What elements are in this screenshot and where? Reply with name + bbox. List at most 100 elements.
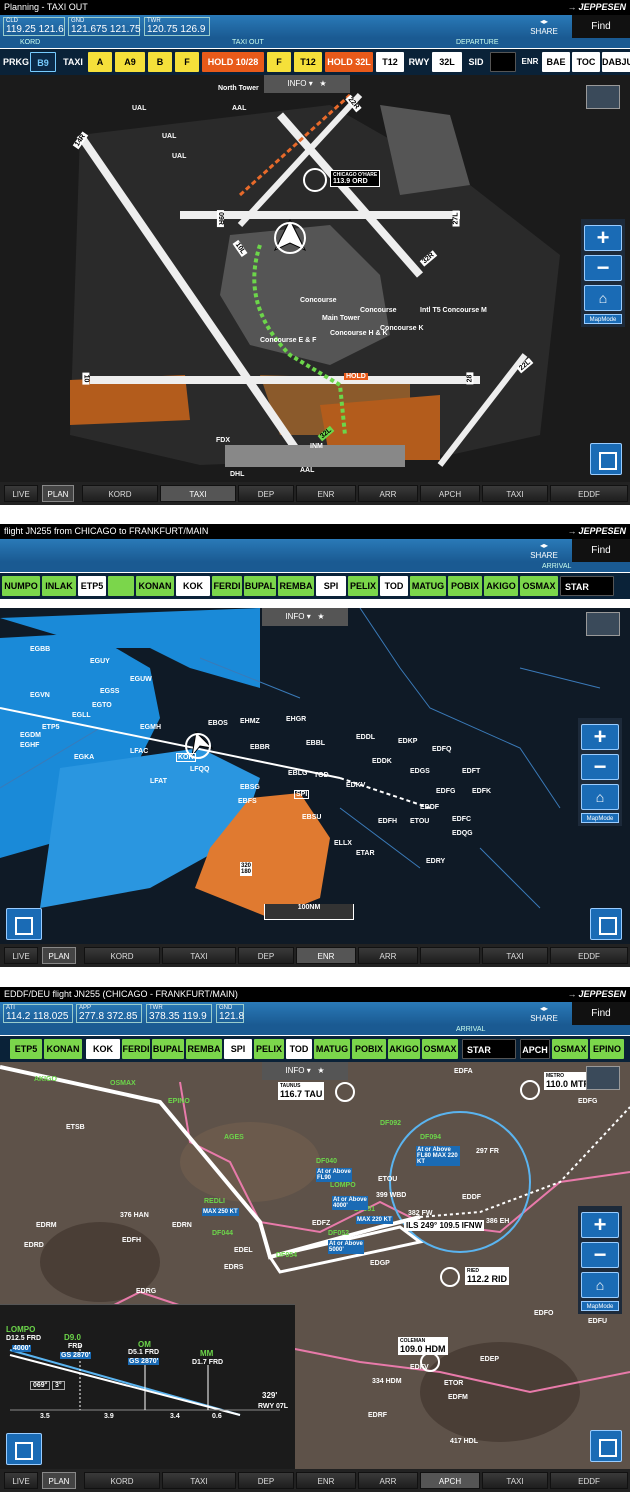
waypoint-chip[interactable]: TOD [380,576,408,596]
waypoint-chip[interactable]: BUPAL [152,1039,184,1059]
waypoint-chip[interactable]: KONAN [44,1039,82,1059]
waypoint-chip[interactable]: KOK [176,576,210,596]
freq-twr[interactable]: TWR 378.35 119.9 [146,1004,212,1023]
freq-atis[interactable]: ATI 114.2 118.025 [3,1004,73,1023]
waypoint-chip[interactable]: REMBA [186,1039,222,1059]
tab-taxi-arr[interactable]: TAXI [482,947,548,964]
waypoint-chip[interactable]: MATUG [314,1039,350,1059]
freq-cld[interactable]: CLD 119.25 121.6 [3,17,65,36]
tab-taxi[interactable]: TAXI [162,947,236,964]
enr-chip[interactable]: BAE [542,52,570,72]
tab-enr[interactable]: ENR [296,485,356,502]
tab-enr[interactable]: ENR [296,1472,356,1489]
waypoint-chip[interactable]: ETP5 [10,1039,42,1059]
mapmode-button[interactable]: MapMode [584,314,622,324]
waypoint-chip[interactable]: BUPAL [244,576,276,596]
plan-button[interactable]: PLAN [42,485,74,502]
waypoint-chip[interactable]: KOK [86,1039,120,1059]
freq-twr[interactable]: TWR 120.75 126.9 [144,17,210,36]
zoom-in-button[interactable]: + [581,724,619,750]
zoom-out-button[interactable]: − [581,1242,619,1268]
tab-apch[interactable]: APCH [420,485,480,502]
tab-kord[interactable]: KORD [84,947,160,964]
fullscreen-button[interactable] [590,443,622,475]
tab-taxi-arr[interactable]: TAXI [482,485,548,502]
tab-kord[interactable]: KORD [84,1472,160,1489]
runway-chip[interactable]: 32L [432,52,462,72]
waypoint-chip[interactable]: EPINO [590,1039,624,1059]
freq-gnd[interactable]: GND 121.675 121.75 [68,17,141,36]
tab-dep[interactable]: DEP [238,485,294,502]
waypoint-chip[interactable]: KONAN [136,576,174,596]
waypoint-chip[interactable]: OSMAX [422,1039,458,1059]
info-tab[interactable]: INFO ▾ ★ [264,75,350,93]
zoom-out-button[interactable]: − [584,255,622,281]
profile-toggle-button[interactable] [6,1433,42,1465]
star-chip[interactable]: STAR [462,1039,516,1059]
zoom-out-button[interactable]: − [581,754,619,780]
tab-taxi-arr[interactable]: TAXI [482,1472,548,1489]
waypoint-chip[interactable]: REMBA [278,576,314,596]
route-chip[interactable]: A9 [115,52,145,72]
tab-arr[interactable]: ARR [358,1472,418,1489]
find-button[interactable]: Find [572,539,630,562]
tab-kord[interactable]: KORD [82,485,158,502]
hold-chip[interactable]: HOLD 32L [325,52,373,72]
center-aircraft-button[interactable]: ⌂ [581,1272,619,1298]
live-button[interactable]: LIVE [4,947,38,964]
tab-eddf[interactable]: EDDF [550,1472,628,1489]
freq-app[interactable]: APP 277.8 372.85 [76,1004,142,1023]
find-button[interactable]: Find [572,15,630,38]
share-button[interactable]: ◂▸ SHARE [520,1002,568,1025]
stand-chip[interactable]: B9 [30,52,56,72]
tab-dep[interactable]: DEP [238,1472,294,1489]
route-chip[interactable]: F [267,52,291,72]
airport-map[interactable]: CHICAGO O'HARE 113.9 ORD 14R 09R 10L 27L … [0,75,630,482]
waypoint-chip[interactable]: SPI [316,576,346,596]
tab-arr[interactable]: ARR [358,485,418,502]
route-chip[interactable]: T12 [376,52,404,72]
apch-chip[interactable]: APCH [520,1039,550,1059]
tab-apch[interactable] [420,947,480,964]
route-chip[interactable]: F [175,52,199,72]
waypoint-chip[interactable]: AKIGO [388,1039,420,1059]
mapmode-button[interactable]: MapMode [581,813,619,823]
fullscreen-button[interactable] [590,908,622,940]
waypoint-chip[interactable]: POBIX [448,576,482,596]
tab-eddf[interactable]: EDDF [550,947,628,964]
tab-taxi[interactable]: TAXI [162,1472,236,1489]
route-chip[interactable]: T12 [294,52,322,72]
waypoint-chip[interactable]: POBIX [352,1039,386,1059]
waypoint-chip[interactable]: PELIX [348,576,378,596]
tab-arr[interactable]: ARR [358,947,418,964]
waypoint-chip[interactable]: SPI [224,1039,252,1059]
waypoint-chip[interactable]: INLAK [42,576,76,596]
approach-map[interactable]: TAUNUS 116.7 TAU METRO 110.0 MTR RIED 112.2… [0,1062,630,1469]
profile-toggle-button[interactable] [6,908,42,940]
center-aircraft-button[interactable]: ⌂ [584,285,622,311]
fullscreen-button[interactable] [590,1430,622,1462]
share-button[interactable]: ◂▸ SHARE [520,539,568,562]
enr-chip[interactable]: DABJU [602,52,630,72]
enroute-map[interactable]: EGBB EGUY EGUW EGVN EGSS EGTO EGLL ETP5 … [0,608,630,946]
find-button[interactable]: Find [572,1002,630,1025]
waypoint-chip[interactable]: ETP5 [78,576,106,596]
waypoint-chip[interactable]: NUMPO [2,576,40,596]
waypoint-chip[interactable]: FERDI [122,1039,150,1059]
waypoint-chip[interactable]: OSMAX [520,576,558,596]
freq-gnd[interactable]: GND 121.8 [216,1004,244,1023]
tab-dep[interactable]: DEP [238,947,294,964]
north-compass-icon[interactable] [586,612,620,636]
info-tab[interactable]: INFO ▾ ★ [262,1062,348,1080]
sid-chip[interactable] [490,52,516,72]
tab-apch[interactable]: APCH [420,1472,480,1489]
north-compass-icon[interactable] [586,85,620,109]
waypoint-chip[interactable]: AKIGO [484,576,518,596]
waypoint-chip[interactable]: OSMAX [552,1039,588,1059]
tab-taxi[interactable]: TAXI [160,485,236,502]
north-compass-icon[interactable] [586,1066,620,1090]
hold-chip[interactable]: HOLD 10/28 [202,52,264,72]
route-chip[interactable]: B [148,52,172,72]
tab-eddf[interactable]: EDDF [550,485,628,502]
zoom-in-button[interactable]: + [581,1212,619,1238]
